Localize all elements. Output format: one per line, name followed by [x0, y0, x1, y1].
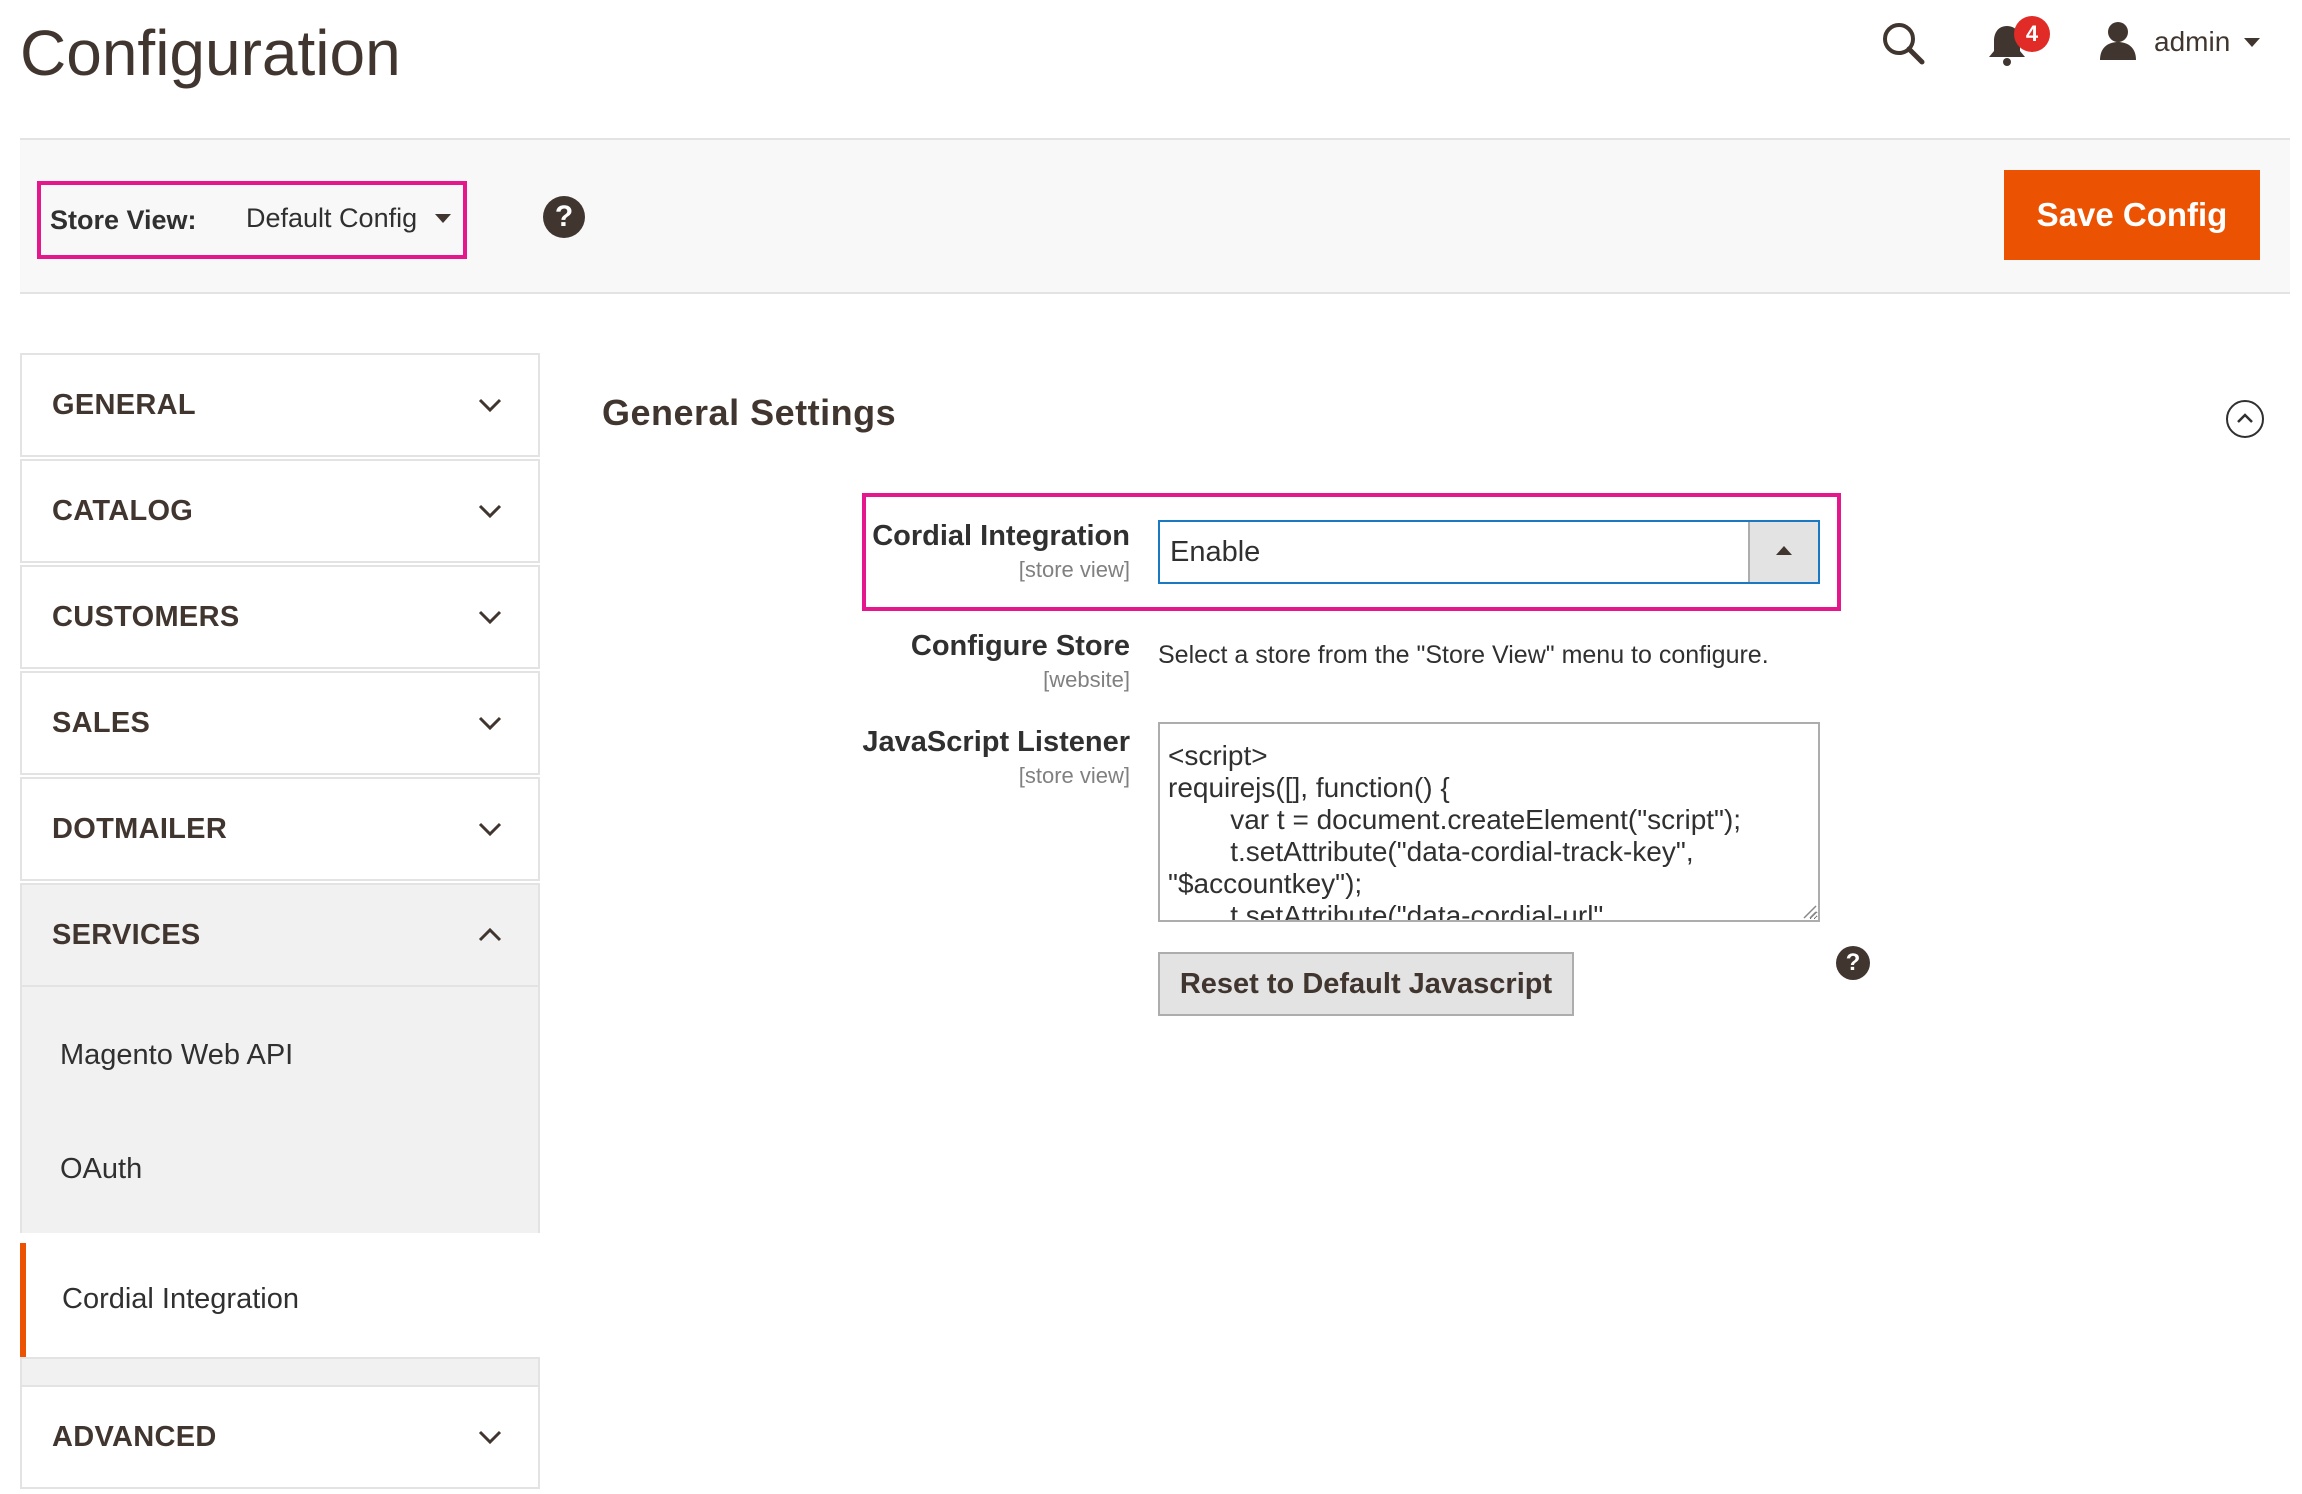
- help-icon[interactable]: ?: [1836, 946, 1870, 980]
- chevron-down-icon: [478, 504, 502, 519]
- sidebar-item-sales[interactable]: SALES: [20, 671, 540, 775]
- help-icon[interactable]: ?: [543, 196, 585, 238]
- store-view-value: Default Config: [246, 203, 418, 233]
- chevron-up-icon: [478, 927, 502, 942]
- sidebar-item-customers[interactable]: CUSTOMERS: [20, 565, 540, 669]
- field-label: Cordial Integration: [872, 520, 1130, 552]
- sidebar-item-label: CUSTOMERS: [52, 601, 240, 633]
- sidebar-item-general[interactable]: GENERAL: [20, 353, 540, 457]
- chevron-down-icon: [435, 214, 452, 223]
- user-icon: [2098, 20, 2138, 65]
- sidebar-subitem-magento-web-api[interactable]: Magento Web API: [20, 999, 540, 1113]
- configure-store-field-label: Configure Store [website]: [730, 630, 1130, 693]
- page-title: Configuration: [20, 17, 401, 89]
- field-scope: [website]: [1043, 667, 1130, 692]
- field-label: JavaScript Listener: [862, 726, 1130, 758]
- sidebar-subitem-cordial-integration[interactable]: Cordial Integration: [20, 1243, 540, 1357]
- chevron-down-icon: [2244, 37, 2261, 47]
- sidebar-item-label: DOTMAILER: [52, 813, 228, 845]
- sidebar-item-catalog[interactable]: CATALOG: [20, 459, 540, 563]
- chevron-down-icon: [478, 822, 502, 837]
- field-label: Configure Store: [910, 630, 1130, 662]
- store-view-label: Store View:: [50, 205, 197, 235]
- chevron-down-icon: [478, 1430, 502, 1445]
- field-scope: [store view]: [1018, 763, 1130, 788]
- chevron-up-icon: [1776, 546, 1792, 555]
- save-config-button[interactable]: Save Config: [2004, 170, 2260, 260]
- sidebar-subitem-label: OAuth: [60, 1153, 143, 1185]
- user-name: admin: [2154, 26, 2231, 57]
- store-view-switcher[interactable]: Default Config: [246, 203, 452, 234]
- chevron-down-icon: [478, 610, 502, 625]
- chevron-down-icon: [478, 716, 502, 731]
- search-icon[interactable]: [1880, 20, 1926, 66]
- sidebar-subitem-label: Cordial Integration: [62, 1283, 299, 1315]
- user-menu[interactable]: admin: [2098, 20, 2261, 65]
- javascript-listener-field-label: JavaScript Listener [store view]: [730, 726, 1130, 789]
- section-title[interactable]: General Settings: [602, 392, 896, 434]
- sidebar-item-services[interactable]: SERVICES: [20, 883, 540, 987]
- notification-badge: 4: [2014, 16, 2050, 52]
- cordial-integration-field-label: Cordial Integration [store view]: [730, 520, 1130, 583]
- cordial-integration-select[interactable]: Enable: [1158, 520, 1820, 584]
- sidebar-subitem-oauth[interactable]: OAuth: [20, 1113, 540, 1227]
- resize-handle-icon[interactable]: [1800, 902, 1818, 920]
- collapse-section-icon[interactable]: [2226, 400, 2264, 438]
- sidebar-item-label: CATALOG: [52, 495, 194, 527]
- sidebar-spacer: [20, 1357, 540, 1385]
- javascript-listener-textarea[interactable]: <script> requirejs([], function() { var …: [1158, 722, 1820, 922]
- sidebar-item-label: SALES: [52, 707, 151, 739]
- select-toggle[interactable]: [1748, 522, 1818, 582]
- field-scope: [store view]: [1018, 557, 1130, 582]
- sidebar-subitem-label: Magento Web API: [60, 1039, 294, 1071]
- sidebar-item-label: SERVICES: [52, 919, 201, 951]
- select-value: Enable: [1170, 536, 1261, 568]
- reset-javascript-button[interactable]: Reset to Default Javascript: [1158, 952, 1574, 1016]
- sidebar-item-dotmailer[interactable]: DOTMAILER: [20, 777, 540, 881]
- sidebar-item-label: ADVANCED: [52, 1421, 217, 1453]
- sidebar-item-advanced[interactable]: ADVANCED: [20, 1385, 540, 1489]
- sidebar-item-label: GENERAL: [52, 389, 196, 421]
- chevron-down-icon: [478, 398, 502, 413]
- configure-store-note: Select a store from the "Store View" men…: [1158, 641, 1769, 669]
